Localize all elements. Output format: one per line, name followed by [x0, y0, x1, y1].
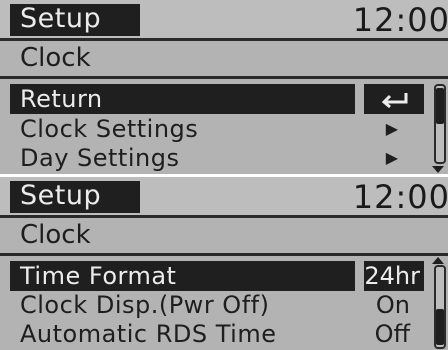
menu-item-automatic-rds-time[interactable]: Automatic RDS Time Off: [10, 319, 424, 349]
clock-display-value: On: [375, 291, 410, 319]
menu-title: Setup: [20, 3, 102, 34]
time-format-value: 24hr: [364, 262, 420, 290]
scroll-down-icon[interactable]: [432, 166, 444, 173]
clock-display: 12:00: [352, 1, 448, 39]
menu-item-label: Clock Settings: [20, 115, 199, 143]
menu-item-day-settings[interactable]: Day Settings ▶: [10, 143, 424, 173]
divider: [0, 76, 448, 79]
menu-item-time-format[interactable]: Time Format 24hr: [10, 261, 424, 291]
menu-item-clock-display-power-off[interactable]: Clock Disp.(Pwr Off) On: [10, 290, 424, 320]
return-arrow-icon: [381, 93, 408, 108]
menu-item-label: Day Settings: [20, 144, 180, 172]
scrollbar[interactable]: [432, 84, 446, 164]
chevron-right-icon: ▶: [385, 148, 398, 167]
title-bar: Setup 12:00: [0, 0, 448, 38]
title-bar: Setup 12:00: [0, 177, 448, 215]
setup-clock-menu-panel-1: Setup 12:00 Clock Return Clock Settings …: [0, 0, 448, 174]
clock-display: 12:00: [352, 178, 448, 216]
divider: [0, 253, 448, 256]
setup-clock-menu-panel-2: Setup 12:00 Clock Time Format 24hr Clock…: [0, 177, 448, 350]
menu-item-clock-settings[interactable]: Clock Settings ▶: [10, 114, 424, 144]
submenu-title: Clock: [20, 220, 91, 250]
submenu-title: Clock: [20, 43, 91, 73]
menu-item-label: Time Format: [20, 262, 177, 290]
rds-time-value: Off: [374, 320, 410, 348]
scroll-up-icon[interactable]: [432, 257, 444, 264]
menu-item-label: Return: [20, 85, 103, 113]
scrollbar-thumb[interactable]: [436, 88, 444, 124]
menu-title: Setup: [20, 180, 102, 211]
scrollbar[interactable]: [432, 265, 446, 349]
menu-item-label: Automatic RDS Time: [20, 320, 277, 348]
menu-item-label: Clock Disp.(Pwr Off): [20, 291, 270, 319]
chevron-right-icon: ▶: [385, 119, 398, 138]
menu-item-return[interactable]: Return: [10, 84, 424, 114]
scrollbar-thumb[interactable]: [436, 309, 444, 345]
